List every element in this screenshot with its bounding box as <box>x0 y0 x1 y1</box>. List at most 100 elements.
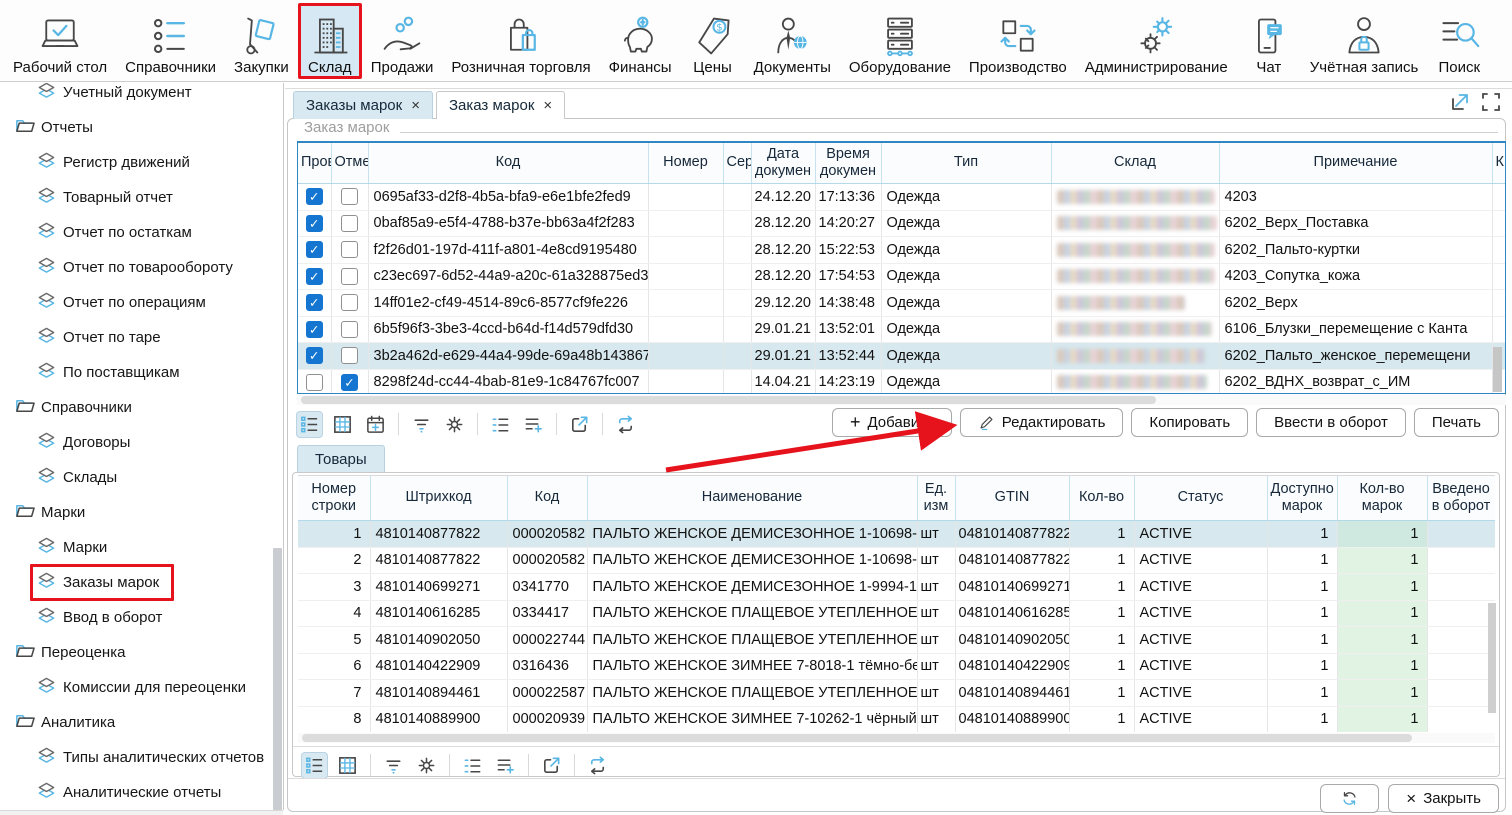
orders-horizontal-scrollbar[interactable] <box>297 395 1506 405</box>
product-row[interactable]: 84810140889900000020939ПАЛЬТО ЖЕНСКОЕ ЗИ… <box>298 706 1495 732</box>
action-button-1[interactable]: Редактировать <box>960 408 1124 437</box>
products-column-header[interactable]: Код <box>507 476 587 521</box>
toolbar-item-purchases[interactable]: Закупки <box>225 3 298 79</box>
orders-column-header[interactable]: Время докумен <box>815 143 881 184</box>
product-row[interactable]: 14810140877822000020582ПАЛЬТО ЖЕНСКОЕ ДЕ… <box>298 521 1495 548</box>
sidebar-item-19[interactable]: Типы аналитических отчетов <box>0 740 283 775</box>
orders-column-header[interactable]: Склад <box>1051 143 1219 184</box>
sidebar-item-0[interactable]: Учетный документ <box>0 83 283 110</box>
sidebar-item-16[interactable]: Переоценка <box>0 635 283 670</box>
order-row[interactable]: ✓0baf85a9-e5f4-4788-b37e-bb63a4f2f28328.… <box>298 210 1506 237</box>
action-button-2[interactable]: Копировать <box>1131 408 1248 437</box>
product-row[interactable]: 348101406992710341770ПАЛЬТО ЖЕНСКОЕ ДЕМИ… <box>298 574 1495 601</box>
products-column-header[interactable]: Статус <box>1134 476 1267 521</box>
tab-0[interactable]: Заказы марок× <box>293 91 433 119</box>
external-link-icon[interactable] <box>566 411 593 438</box>
cancelled-checkbox[interactable] <box>341 294 358 311</box>
products-column-header[interactable]: Кол-во марок <box>1337 476 1427 521</box>
action-button-3[interactable]: Ввести в оборот <box>1256 408 1406 437</box>
sidebar-item-14[interactable]: Заказы марок <box>0 565 283 600</box>
confirmed-checkbox[interactable] <box>306 374 323 391</box>
confirmed-checkbox[interactable]: ✓ <box>306 268 323 285</box>
confirmed-checkbox[interactable]: ✓ <box>306 294 323 311</box>
sidebar-item-6[interactable]: Отчет по операциям <box>0 285 283 320</box>
sidebar-item-7[interactable]: Отчет по таре <box>0 320 283 355</box>
sidebar-item-8[interactable]: По поставщикам <box>0 355 283 390</box>
view-grid-icon[interactable] <box>329 411 356 438</box>
products-column-header[interactable]: Штрихкод <box>370 476 507 521</box>
orders-column-header[interactable]: Дата докумен <box>751 143 815 184</box>
filter-icon[interactable] <box>408 411 435 438</box>
repeat-icon[interactable] <box>612 411 639 438</box>
cancelled-checkbox[interactable] <box>341 321 358 338</box>
toolbar-item-retail[interactable]: Розничная торговля <box>442 3 599 79</box>
orders-column-header[interactable]: Номер <box>648 143 723 184</box>
sidebar-item-20[interactable]: Аналитические отчеты <box>0 775 283 810</box>
toolbar-item-equipment[interactable]: Оборудование <box>840 3 960 79</box>
order-row[interactable]: ✓14ff01e2-cf49-4514-89c6-8577cf9fe22629.… <box>298 290 1506 317</box>
products-column-header[interactable]: Доступно марок <box>1267 476 1337 521</box>
cancelled-checkbox[interactable] <box>341 215 358 232</box>
list-add-icon[interactable] <box>520 411 547 438</box>
numbered-list-icon[interactable] <box>487 411 514 438</box>
view-grid-icon[interactable] <box>334 752 361 779</box>
sidebar-item-15[interactable]: Ввод в оборот <box>0 600 283 635</box>
sidebar-item-2[interactable]: Регистр движений <box>0 145 283 180</box>
tab-close-icon[interactable]: × <box>411 98 420 113</box>
filter-icon[interactable] <box>380 752 407 779</box>
tab-close-icon[interactable]: × <box>543 98 552 113</box>
cancelled-checkbox[interactable] <box>341 241 358 258</box>
diag-arrow-icon[interactable] <box>1449 91 1471 118</box>
orders-column-header[interactable]: Отме <box>331 143 368 184</box>
cancelled-checkbox[interactable] <box>341 188 358 205</box>
orders-column-header[interactable]: Тип <box>881 143 1051 184</box>
order-row[interactable]: ✓c23ec697-6d52-44a9-a20c-61a328875ed328.… <box>298 263 1506 290</box>
order-row[interactable]: ✓f2f26d01-197d-411f-a801-4e8cd919548028.… <box>298 237 1506 264</box>
orders-column-header[interactable]: Код <box>368 143 648 184</box>
confirmed-checkbox[interactable]: ✓ <box>306 321 323 338</box>
gear-icon[interactable] <box>441 411 468 438</box>
confirmed-checkbox[interactable]: ✓ <box>306 215 323 232</box>
list-add-icon[interactable] <box>492 752 519 779</box>
products-column-header[interactable]: GTIN <box>955 476 1069 521</box>
cancelled-checkbox[interactable] <box>341 268 358 285</box>
orders-column-header[interactable]: Сер <box>723 143 751 184</box>
products-vertical-scrollbar-thumb[interactable] <box>1488 603 1496 713</box>
confirmed-checkbox[interactable]: ✓ <box>306 188 323 205</box>
products-column-header[interactable]: Введено в оборот <box>1427 476 1495 521</box>
orders-horizontal-scrollbar-thumb[interactable] <box>301 396 1156 404</box>
orders-column-header[interactable]: К <box>1492 143 1506 184</box>
close-button[interactable]: × Закрыть <box>1388 784 1499 813</box>
products-column-header[interactable]: Ед. изм <box>917 476 955 521</box>
product-row[interactable]: 24810140877822000020582ПАЛЬТО ЖЕНСКОЕ ДЕ… <box>298 547 1495 574</box>
repeat-icon[interactable] <box>584 752 611 779</box>
cancelled-checkbox[interactable] <box>341 347 358 364</box>
products-column-header[interactable]: Номер строки <box>298 476 370 521</box>
order-row[interactable]: ✓8298f24d-cc44-4bab-81e9-1c84767fc00714.… <box>298 369 1506 394</box>
calendar-icon[interactable] <box>362 411 389 438</box>
product-row[interactable]: 448101406162850334417ПАЛЬТО ЖЕНСКОЕ ПЛАЩ… <box>298 600 1495 627</box>
sidebar-item-5[interactable]: Отчет по товарообороту <box>0 250 283 285</box>
toolbar-item-sales[interactable]: Продажи <box>362 3 443 79</box>
product-row[interactable]: 54810140902050000022744ПАЛЬТО ЖЕНСКОЕ ПЛ… <box>298 627 1495 654</box>
orders-vertical-scrollbar-thumb[interactable] <box>1493 347 1502 392</box>
order-row[interactable]: ✓0695af33-d2f8-4b5a-bfa9-e6e1bfe2fed924.… <box>298 184 1506 211</box>
toolbar-item-chat[interactable]: Чат <box>1237 3 1301 79</box>
product-row[interactable]: 648101404229090316436ПАЛЬТО ЖЕНСКОЕ ЗИМН… <box>298 653 1495 680</box>
sidebar-item-4[interactable]: Отчет по остаткам <box>0 215 283 250</box>
confirmed-checkbox[interactable]: ✓ <box>306 347 323 364</box>
view-list-icon[interactable] <box>296 411 323 438</box>
external-link-icon[interactable] <box>538 752 565 779</box>
sidebar-item-1[interactable]: Отчеты <box>0 110 283 145</box>
toolbar-item-desktop[interactable]: Рабочий стол <box>4 3 116 79</box>
sidebar-item-9[interactable]: Справочники <box>0 390 283 425</box>
order-row[interactable]: ✓3b2a462d-e629-44a4-99de-69a48b14386729.… <box>298 343 1506 370</box>
cancelled-checkbox[interactable]: ✓ <box>341 374 358 391</box>
sidebar-horizontal-scrollbar[interactable] <box>0 810 283 815</box>
refresh-button[interactable] <box>1320 784 1379 813</box>
orders-column-header[interactable]: Примечание <box>1219 143 1492 184</box>
toolbar-item-catalogs[interactable]: Справочники <box>116 3 225 79</box>
gear-icon[interactable] <box>413 752 440 779</box>
action-button-4[interactable]: Печать <box>1414 408 1499 437</box>
toolbar-item-administration[interactable]: Администрирование <box>1076 3 1237 79</box>
